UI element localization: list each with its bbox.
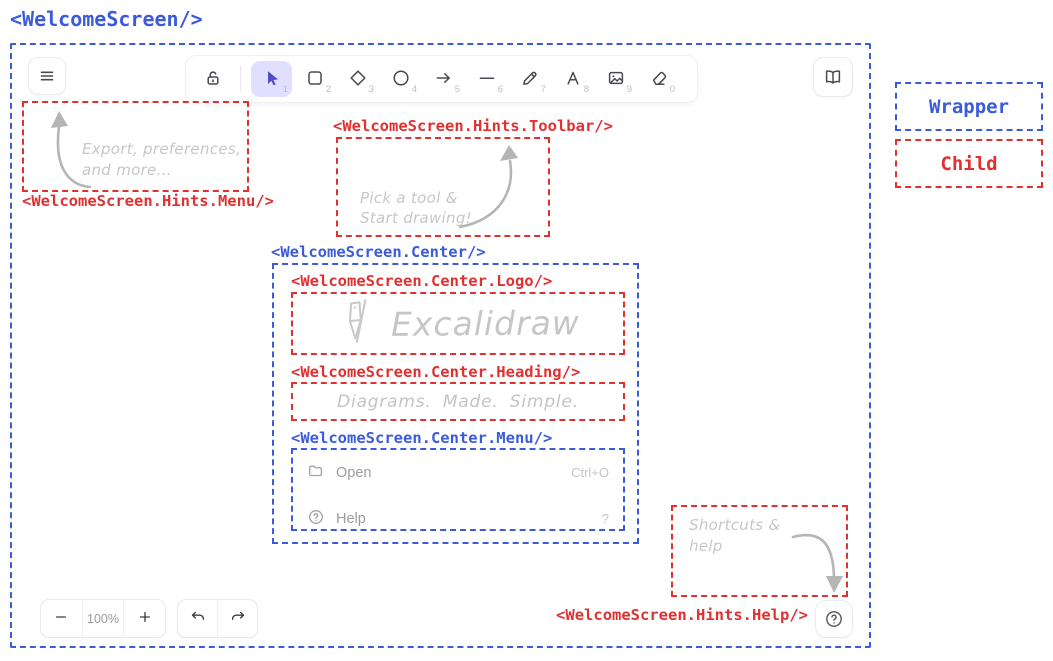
hints-help-text: Shortcuts & help: [689, 515, 780, 556]
history-controls: [177, 599, 258, 638]
center-label: <WelcomeScreen.Center/>: [271, 243, 486, 261]
legend-child-label: Child: [940, 153, 997, 175]
hints-help-label: <WelcomeScreen.Hints.Help/>: [552, 606, 808, 624]
help-circle-icon: [307, 508, 325, 530]
tool-ellipse-button[interactable]: 4: [380, 61, 421, 97]
tool-arrow-button[interactable]: 5: [423, 61, 464, 97]
hints-toolbar-label: <WelcomeScreen.Hints.Toolbar/>: [333, 117, 613, 135]
menu-item-label: Open: [336, 465, 371, 481]
undo-arrow-icon: [189, 608, 207, 629]
pencil-icon: [520, 68, 540, 91]
folder-icon: [307, 462, 325, 484]
rectangle-icon: [305, 68, 325, 91]
menu-item-open[interactable]: Open Ctrl+O: [307, 457, 609, 488]
tool-draw-button[interactable]: 7: [509, 61, 550, 97]
menu-item-label: Help: [336, 511, 366, 527]
zoom-in-button[interactable]: [123, 600, 165, 637]
welcome-screen-doc: <WelcomeScreen/> 1 2: [0, 0, 1053, 661]
center-heading-label: <WelcomeScreen.Center.Heading/>: [291, 363, 580, 381]
help-circle-icon: [824, 609, 844, 629]
center-heading-text: Diagrams. Made. Simple.: [337, 392, 579, 412]
undo-button[interactable]: [178, 600, 217, 637]
zoom-out-button[interactable]: [41, 600, 82, 637]
text-icon: [563, 68, 583, 91]
center-menu-label: <WelcomeScreen.Center.Menu/>: [291, 429, 552, 447]
hints-help-box: Shortcuts & help: [671, 505, 848, 597]
plus-icon: [137, 609, 153, 628]
toolbar: 1 2 3 4 5: [186, 56, 697, 102]
hand-drawn-arrow-down-icon: [791, 525, 847, 597]
menu-item-shortcut: ?: [602, 511, 609, 526]
legend-child-box: Child: [895, 139, 1043, 188]
tool-shortcut: 7: [541, 84, 546, 95]
hints-toolbar-box: Pick a tool & Start drawing!: [336, 137, 550, 237]
tool-image-button[interactable]: 9: [595, 61, 636, 97]
center-menu-box: Open Ctrl+O Help ?: [291, 448, 625, 531]
redo-arrow-icon: [229, 608, 247, 629]
tool-shortcut: 4: [412, 84, 417, 95]
excalidraw-logo-text: Excalidraw: [390, 303, 579, 344]
diamond-icon: [348, 68, 368, 91]
menu-item-shortcut: Ctrl+O: [571, 465, 609, 480]
library-button[interactable]: [813, 57, 853, 97]
tool-shortcut: 8: [584, 84, 589, 95]
legend-wrapper-label: Wrapper: [929, 96, 1009, 118]
tool-shortcut: 0: [670, 84, 675, 95]
legend-wrapper-box: Wrapper: [895, 82, 1043, 131]
eraser-icon: [649, 68, 669, 91]
hints-menu-text: Export, preferences, and more...: [82, 139, 241, 180]
center-heading-box: Diagrams. Made. Simple.: [291, 382, 625, 421]
excalidraw-pencil-logo-icon: [337, 294, 377, 353]
menu-item-help[interactable]: Help ?: [307, 503, 609, 534]
tool-eraser-button[interactable]: 0: [638, 61, 679, 97]
tool-line-button[interactable]: 6: [466, 61, 507, 97]
root-component-label: <WelcomeScreen/>: [10, 7, 203, 31]
book-icon: [823, 67, 843, 87]
tool-text-button[interactable]: 8: [552, 61, 593, 97]
tool-shortcut: 5: [455, 84, 460, 95]
hints-menu-label: <WelcomeScreen.Hints.Menu/>: [22, 192, 274, 210]
image-icon: [606, 68, 626, 91]
tool-shortcut: 9: [627, 84, 632, 95]
unlocked-padlock-icon: [203, 68, 223, 91]
ellipse-icon: [391, 68, 411, 91]
center-logo-box: Excalidraw: [291, 292, 625, 355]
selection-cursor-icon: [262, 68, 282, 91]
help-button[interactable]: [815, 600, 853, 638]
tool-shortcut: 6: [498, 84, 503, 95]
zoom-controls: 100%: [40, 599, 166, 638]
tool-lock-button[interactable]: [196, 61, 230, 97]
tool-diamond-button[interactable]: 3: [337, 61, 378, 97]
arrow-icon: [434, 68, 454, 91]
center-box: <WelcomeScreen.Center.Logo/> Excalidraw …: [272, 263, 639, 544]
tool-rectangle-button[interactable]: 2: [294, 61, 335, 97]
minus-icon: [53, 609, 69, 628]
hamburger-icon: [37, 66, 57, 86]
hints-toolbar-text: Pick a tool & Start drawing!: [360, 188, 472, 229]
tool-shortcut: 2: [326, 84, 331, 95]
center-logo-label: <WelcomeScreen.Center.Logo/>: [291, 272, 552, 290]
main-menu-button[interactable]: [28, 57, 66, 95]
redo-button[interactable]: [217, 600, 257, 637]
tool-selection-button[interactable]: 1: [251, 61, 292, 97]
line-icon: [477, 68, 497, 91]
tool-shortcut: 3: [369, 84, 374, 95]
zoom-level[interactable]: 100%: [82, 600, 124, 637]
tool-shortcut: 1: [283, 84, 288, 95]
toolbar-divider: [240, 66, 241, 92]
